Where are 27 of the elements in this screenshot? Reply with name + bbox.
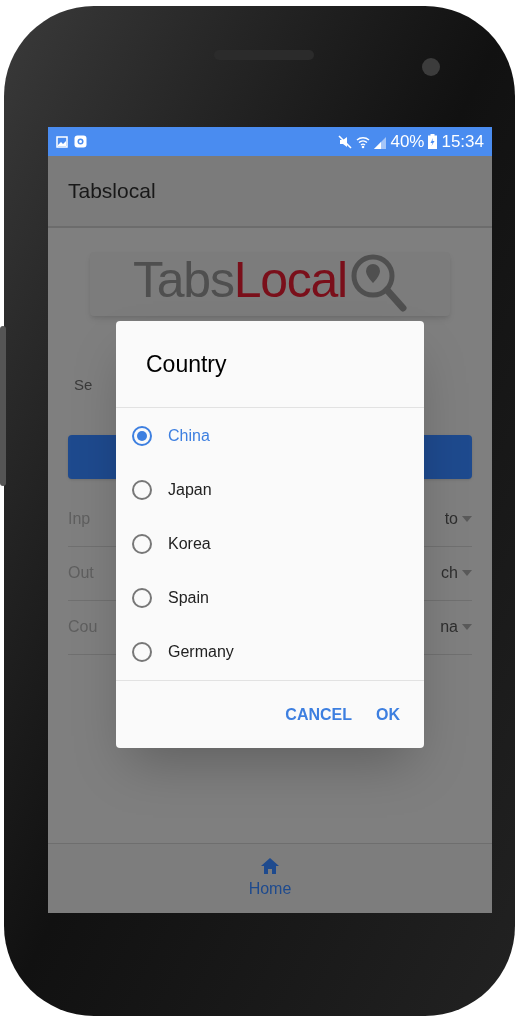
radio-button[interactable]: [132, 534, 152, 554]
country-option[interactable]: China: [116, 409, 424, 463]
battery-icon: [428, 134, 438, 149]
radio-button[interactable]: [132, 642, 152, 662]
battery-percent: 40%: [390, 130, 425, 153]
dialog-button[interactable]: OK: [368, 696, 408, 733]
home-icon: [260, 856, 280, 875]
country-option[interactable]: Korea: [116, 517, 424, 571]
radio-button[interactable]: [132, 480, 152, 500]
setting-value: na: [440, 617, 458, 637]
wifi-icon: [356, 134, 371, 149]
mute-icon: [338, 134, 353, 149]
circle-icon: [74, 135, 87, 148]
search-hint: Se: [74, 375, 94, 395]
setting-value: to: [444, 509, 458, 529]
dialog-title: Country: [146, 349, 227, 379]
radio-button[interactable]: [132, 426, 152, 446]
radio-button[interactable]: [132, 588, 152, 608]
country-option[interactable]: Japan: [116, 463, 424, 517]
country-option[interactable]: Germany: [116, 625, 424, 679]
app-title: Tabslocal: [68, 178, 156, 205]
clock-time: 15:34: [441, 130, 484, 153]
country-option[interactable]: Spain: [116, 571, 424, 625]
camera-lens: [422, 58, 440, 76]
setting-value: ch: [441, 563, 458, 583]
dialog-button[interactable]: CANCEL: [277, 696, 360, 733]
image-icon: [56, 135, 68, 148]
